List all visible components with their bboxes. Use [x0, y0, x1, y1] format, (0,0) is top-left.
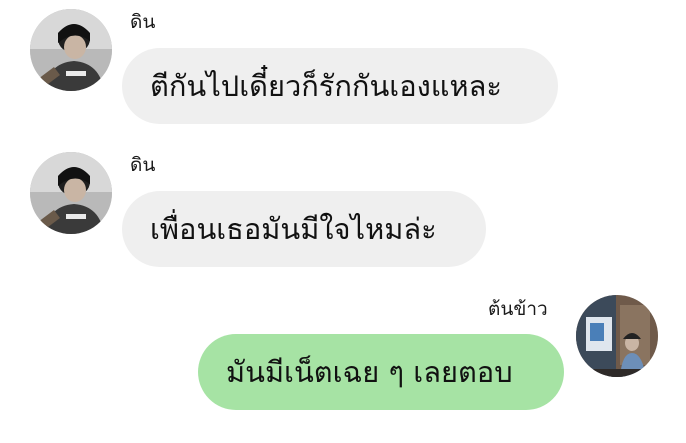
avatar-din-photo	[30, 152, 112, 234]
sender-name: ดิน	[130, 154, 156, 176]
avatar-tonkhao[interactable]	[576, 295, 658, 377]
avatar-din-photo	[30, 9, 112, 91]
message-bubble-outgoing[interactable]: มันมีเน็ตเฉย ๆ เลยตอบ	[198, 334, 564, 410]
avatar-din[interactable]	[30, 152, 112, 234]
message-bubble-incoming[interactable]: ตีกันไปเดี๋ยวก็รักกันเองแหละ	[122, 48, 558, 124]
sender-name: ดิน	[130, 11, 156, 33]
avatar-din[interactable]	[30, 9, 112, 91]
avatar-tonkhao-photo	[576, 295, 658, 377]
sender-name: ต้นข้าว	[488, 298, 548, 320]
message-bubble-incoming[interactable]: เพื่อนเธอมันมีใจไหมล่ะ	[122, 191, 486, 267]
